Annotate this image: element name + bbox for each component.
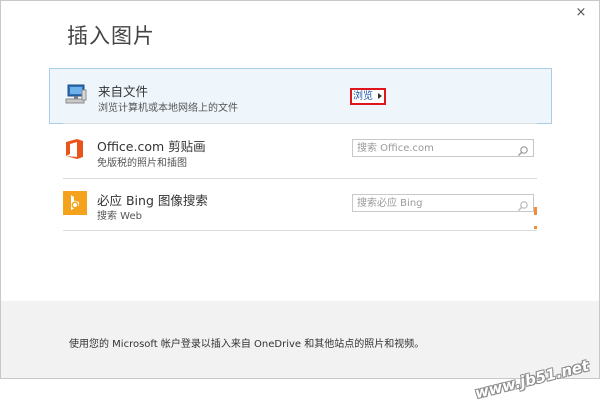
footer-message: 使用您的 Microsoft 帐户登录以插入来自 OneDrive 和其他站点的… — [69, 339, 425, 350]
bing-search-field[interactable] — [352, 194, 534, 212]
source-row-bing-search[interactable]: 必应 Bing 图像搜索 搜索 Web — [49, 180, 551, 232]
close-button[interactable]: × — [573, 5, 589, 21]
scrollbar-marker[interactable] — [534, 226, 537, 229]
source-row-office-clipart[interactable]: Office.com 剪贴画 免版税的照片和插图 — [49, 125, 551, 179]
source-title: Office.com 剪贴画 — [97, 139, 206, 154]
source-title: 来自文件 — [98, 84, 149, 99]
office-search-input[interactable] — [357, 141, 507, 155]
office-search-field[interactable] — [352, 139, 534, 157]
bing-search-input[interactable] — [357, 196, 507, 210]
search-icon[interactable] — [517, 142, 529, 156]
browse-label: 浏览 — [353, 91, 373, 102]
divider — [63, 123, 537, 124]
search-icon[interactable] — [517, 197, 529, 211]
bing-logo-icon — [63, 191, 87, 215]
close-icon: × — [575, 5, 587, 20]
divider — [63, 178, 537, 179]
divider — [63, 230, 537, 231]
office-logo-icon — [63, 137, 87, 161]
insert-picture-dialog: × 插入图片 来自文件 浏览计算机或本地网络上的文件 浏览 Office.com… — [0, 0, 600, 402]
source-subtitle: 免版税的照片和插图 — [97, 158, 187, 169]
scrollbar-marker[interactable] — [534, 207, 537, 215]
computer-icon — [64, 82, 88, 106]
source-row-from-file[interactable]: 来自文件 浏览计算机或本地网络上的文件 浏览 — [49, 68, 552, 124]
browse-button[interactable]: 浏览 — [350, 88, 386, 105]
source-subtitle: 搜索 Web — [97, 211, 142, 222]
dialog-footer: 使用您的 Microsoft 帐户登录以插入来自 OneDrive 和其他站点的… — [1, 301, 599, 378]
source-subtitle: 浏览计算机或本地网络上的文件 — [98, 103, 238, 114]
dialog-title: 插入图片 — [67, 24, 155, 48]
chevron-right-icon — [378, 93, 382, 99]
